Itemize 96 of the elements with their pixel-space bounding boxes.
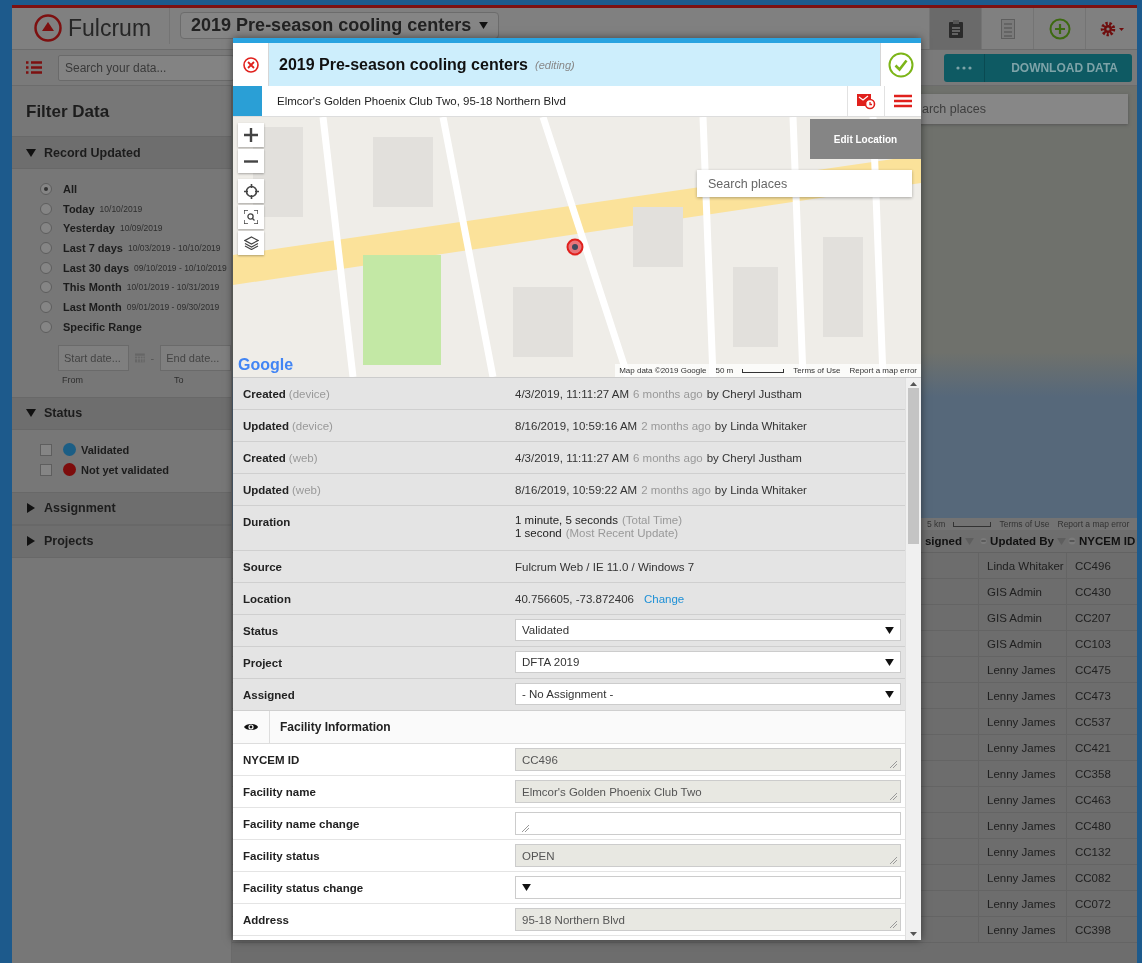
scale-label: 50 m (715, 366, 734, 375)
map-attribution: Map data ©2019 Google (619, 366, 707, 375)
table-cell: CC496 (1066, 553, 1137, 578)
field-label: Duration (243, 516, 291, 528)
field-value: 8/16/2019, 10:59:22 AM (515, 483, 638, 496)
field-value: 1 second (515, 527, 562, 539)
radio-label: Today (63, 202, 95, 215)
author-text: by Linda Whitaker (714, 419, 807, 432)
field-label: Created (243, 452, 286, 464)
date-range-text: 09/01/2019 - 09/30/2019 (126, 301, 220, 312)
radio-label: Last Month (63, 300, 122, 313)
field-value: Fulcrum Web / IE 11.0 / Windows 7 (515, 560, 695, 573)
author-text: by Cheryl Justham (706, 387, 802, 400)
table-cell: CC463 (1066, 787, 1137, 812)
label-qualifier: (web) (292, 484, 321, 496)
field-caption: To (174, 374, 184, 385)
value-note: (Total Time) (621, 514, 682, 526)
table-cell: Lenny James (978, 839, 1066, 864)
field-label: Facility status change (242, 881, 365, 894)
table-cell: CC475 (1066, 657, 1137, 682)
field-label: Facility name change (242, 817, 361, 830)
date-range-text: 09/10/2019 - 10/10/2019 (134, 262, 227, 273)
table-cell: Lenny James (978, 735, 1066, 760)
field-label: Updated (243, 484, 289, 496)
table-cell: CC358 (1066, 761, 1137, 786)
record-subtitle: Elmcor's Golden Phoenix Club Two, 95-18 Northern Blvd (276, 94, 567, 109)
field-label: Status (243, 624, 279, 637)
table-cell: Lenny James (978, 865, 1066, 890)
relative-time: 6 months ago (633, 387, 703, 400)
table-cell: CC072 (1066, 891, 1137, 916)
field-value: 4/3/2019, 11:11:27 AM (515, 387, 630, 400)
field-caption: From (62, 374, 84, 385)
table-cell: Lenny James (978, 709, 1066, 734)
table-cell: GIS Admin (978, 579, 1066, 604)
checkbox-label: Not yet validated (81, 463, 170, 476)
field-label: Project (243, 656, 282, 669)
section-title: Facility Information (279, 720, 391, 734)
radio-label: This Month (63, 281, 122, 294)
table-cell: CC421 (1066, 735, 1137, 760)
coordinates-text: 40.756605, -73.872406 (515, 592, 634, 605)
table-cell: Linda Whitaker (978, 553, 1066, 578)
sidebar-title: Filter Data (25, 101, 111, 123)
table-cell: CC537 (1066, 709, 1137, 734)
label-qualifier: (web) (288, 452, 318, 464)
field-label: Facility name (242, 785, 317, 798)
date-range-text: 10/10/2019 (99, 203, 143, 214)
date-range-text: 10/03/2019 - 10/10/2019 (127, 242, 221, 253)
radio-label: Last 30 days (63, 261, 130, 274)
modal-title: 2019 Pre-season cooling centers (279, 55, 528, 74)
field-label: Assigned (243, 688, 295, 701)
field-label: Location (243, 593, 291, 605)
field-label: Facility status (242, 849, 321, 862)
label-qualifier: (device) (292, 420, 333, 432)
mode-label: (editing) (535, 58, 575, 71)
field-label: NYCEM ID (242, 753, 301, 766)
relative-time: 2 months ago (641, 483, 711, 496)
radio-label: Last 7 days (63, 241, 123, 254)
table-cell: CC132 (1066, 839, 1137, 864)
table-cell: CC398 (1066, 917, 1137, 942)
table-cell: CC480 (1066, 813, 1137, 838)
logo-text: Fulcrum (68, 14, 152, 42)
table-cell: Lenny James (978, 657, 1066, 682)
table-cell: GIS Admin (978, 631, 1066, 656)
radio-label: All (63, 182, 78, 195)
table-cell: Lenny James (978, 891, 1066, 916)
table-cell: Lenny James (978, 787, 1066, 812)
range-separator: - (150, 351, 155, 364)
table-cell: CC207 (1066, 605, 1137, 630)
field-label: Updated (243, 420, 289, 432)
field-value: 4/3/2019, 11:11:27 AM (515, 451, 630, 464)
author-text: by Cheryl Justham (706, 451, 802, 464)
field-value: 8/16/2019, 10:59:16 AM (515, 419, 638, 432)
relative-time: 2 months ago (641, 419, 711, 432)
value-note: (Most Recent Update) (565, 527, 679, 539)
table-cell: Lenny James (978, 917, 1066, 942)
table-cell: Lenny James (978, 683, 1066, 708)
field-value: 1 minute, 5 seconds (515, 514, 618, 526)
label-qualifier: (device) (288, 388, 330, 400)
table-cell: CC473 (1066, 683, 1137, 708)
table-cell: Lenny James (978, 761, 1066, 786)
radio-label: Specific Range (63, 320, 142, 333)
table-cell: CC082 (1066, 865, 1137, 890)
table-cell: Lenny James (978, 813, 1066, 838)
checkbox-label: Validated (81, 443, 130, 456)
relative-time: 6 months ago (633, 451, 703, 464)
table-cell: GIS Admin (978, 605, 1066, 630)
date-range-text: 10/09/2019 (120, 223, 163, 234)
field-label: Source (243, 561, 282, 573)
field-label: Address (242, 913, 291, 926)
google-logo: Google (238, 356, 294, 374)
field-label: Created (243, 388, 286, 400)
author-text: by Linda Whitaker (714, 483, 807, 496)
table-cell: CC430 (1066, 579, 1137, 604)
date-range-text: 10/01/2019 - 10/31/2019 (126, 282, 220, 293)
table-cell: CC103 (1066, 631, 1137, 656)
radio-label: Yesterday (63, 222, 115, 235)
